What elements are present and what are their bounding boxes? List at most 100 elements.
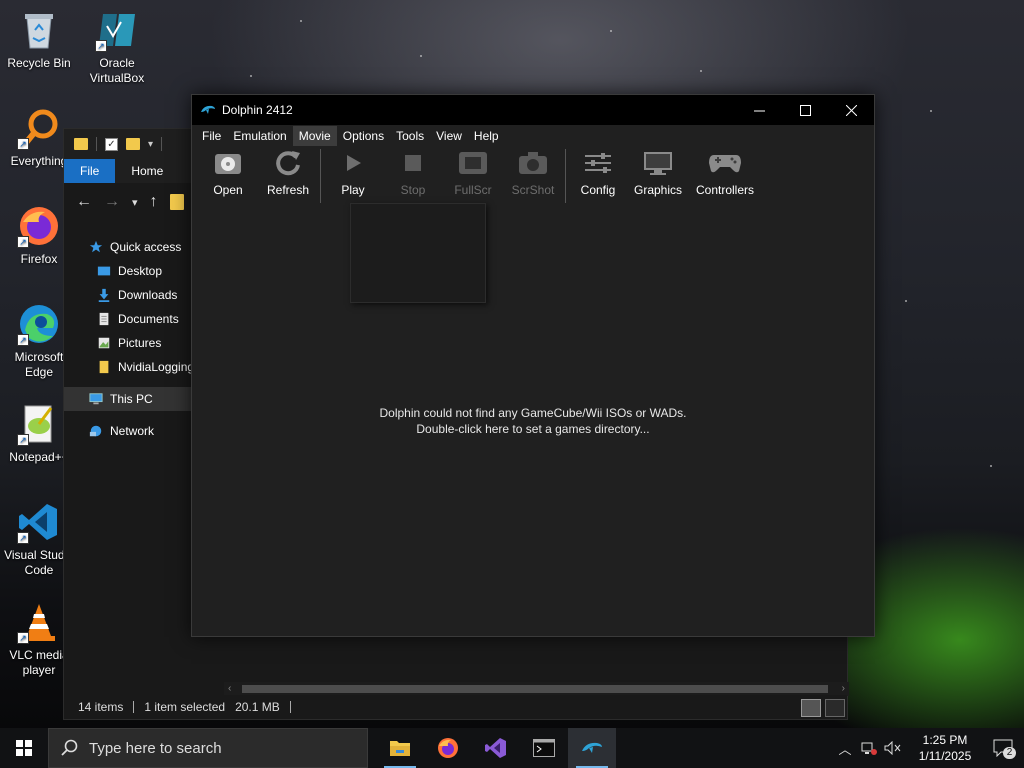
scrollbar-thumb[interactable] (242, 685, 828, 693)
shortcut-arrow-icon: ↗ (17, 334, 29, 346)
horizontal-scrollbar[interactable]: ‹ › (224, 682, 849, 696)
screenshot-button[interactable]: ScrShot (503, 149, 563, 197)
star-icon (89, 240, 103, 253)
recent-locations-chevron-icon[interactable]: ▾ (132, 196, 138, 209)
menu-bar: File Emulation Movie Options Tools View … (192, 125, 874, 147)
desktop-icon-virtualbox[interactable]: ↗ Oracle VirtualBox (79, 8, 155, 86)
desktop-icon-label: Notepad++ (9, 450, 69, 464)
desktop-icon-label: Firefox (20, 252, 58, 266)
nav-quick-access[interactable]: Quick access (64, 235, 192, 259)
network-icon (89, 425, 102, 437)
edge-icon: ↗ (17, 302, 61, 346)
network-status-icon[interactable] (860, 739, 878, 757)
quick-access-dropdown-icon[interactable]: ▾ (148, 139, 153, 150)
folder-icon (99, 360, 109, 374)
maximize-button[interactable] (782, 95, 828, 125)
notification-center-icon[interactable]: 2 (988, 739, 1018, 759)
taskbar-file-explorer[interactable] (376, 728, 424, 768)
start-button[interactable] (0, 728, 48, 768)
menu-file[interactable]: File (196, 126, 227, 146)
play-button[interactable]: Play (323, 149, 383, 197)
forward-arrow-icon[interactable]: → (104, 193, 120, 211)
nav-item-label: Desktop (118, 264, 163, 278)
firefox-icon (438, 738, 458, 758)
config-button[interactable]: Config (568, 149, 628, 197)
scroll-right-arrow-icon[interactable]: › (842, 682, 845, 696)
up-arrow-icon[interactable]: ↑ (150, 193, 158, 211)
nav-this-pc[interactable]: This PC (64, 387, 192, 411)
shortcut-arrow-icon: ↗ (17, 138, 29, 150)
desktop-icon-label: Everything (10, 154, 68, 168)
close-icon (845, 104, 857, 116)
taskbar-search-box[interactable]: Type here to search (48, 728, 368, 768)
controllers-button[interactable]: Controllers (688, 149, 762, 197)
desktop-icon-label: Microsoft Edge (14, 350, 64, 379)
show-hidden-icons-chevron-icon[interactable]: ︿ (836, 739, 854, 757)
shortcut-arrow-icon: ↗ (95, 40, 107, 52)
document-icon (99, 312, 109, 326)
large-icons-view-button[interactable] (825, 699, 845, 717)
taskbar-dolphin[interactable] (568, 728, 616, 768)
fullscreen-button[interactable]: FullScr (443, 149, 503, 197)
movie-menu-dropdown[interactable] (350, 203, 486, 303)
desktop-icon-recycle-bin[interactable]: Recycle Bin (1, 8, 77, 71)
menu-help[interactable]: Help (468, 126, 505, 146)
nav-item-pictures[interactable]: Pictures (64, 331, 192, 355)
menu-emulation[interactable]: Emulation (227, 126, 292, 146)
close-button[interactable] (828, 95, 874, 125)
new-folder-icon[interactable] (126, 138, 140, 150)
details-view-button[interactable] (801, 699, 821, 717)
stop-button[interactable]: Stop (383, 149, 443, 197)
shortcut-arrow-icon: ↗ (17, 532, 29, 544)
taskbar: Type here to search ︿ 1:25 PM 1/11/2025 … (0, 728, 1024, 768)
system-tray: ︿ 1:25 PM 1/11/2025 2 (836, 728, 1024, 768)
tool-label: ScrShot (511, 183, 555, 197)
shortcut-arrow-icon: ↗ (17, 632, 29, 644)
terminal-icon (533, 739, 555, 757)
sliders-icon (585, 153, 611, 173)
refresh-button[interactable]: Refresh (258, 149, 318, 197)
taskbar-visual-studio[interactable] (472, 728, 520, 768)
nav-item-desktop[interactable]: Desktop (64, 259, 192, 283)
nav-item-downloads[interactable]: Downloads (64, 283, 192, 307)
pictures-icon (98, 337, 110, 349)
ribbon-tab-file[interactable]: File (64, 159, 116, 183)
minimize-icon (753, 110, 765, 111)
address-folder-icon[interactable] (169, 194, 184, 210)
nav-item-nvidialogging[interactable]: NvidiaLogging (64, 355, 192, 379)
download-arrow-icon (98, 288, 110, 302)
dolphin-window[interactable]: Dolphin 2412 File Emulation Movie Option… (191, 94, 875, 637)
firefox-icon: ↗ (17, 204, 61, 248)
vlc-cone-icon: ↗ (17, 600, 61, 644)
nav-network[interactable]: Network (64, 419, 192, 443)
properties-check-icon[interactable]: ✓ (105, 137, 118, 151)
menu-movie[interactable]: Movie (292, 126, 337, 146)
back-arrow-icon[interactable]: ← (76, 193, 92, 211)
taskbar-firefox[interactable] (424, 728, 472, 768)
taskbar-terminal[interactable] (520, 728, 568, 768)
folder-icon (74, 138, 88, 150)
tool-label: Play (341, 183, 365, 197)
volume-muted-icon[interactable] (884, 739, 902, 757)
ribbon-tab-home[interactable]: Home (115, 159, 179, 183)
everything-search-icon: ↗ (17, 106, 61, 150)
camera-icon (519, 152, 547, 174)
menu-options[interactable]: Options (337, 126, 390, 146)
nav-item-documents[interactable]: Documents (64, 307, 192, 331)
dolphin-title-bar[interactable]: Dolphin 2412 (192, 95, 874, 125)
selection-status: 1 item selected (144, 700, 226, 714)
open-button[interactable]: Open (198, 149, 258, 197)
clock-time: 1:25 PM (922, 733, 968, 747)
menu-tools[interactable]: Tools (390, 126, 430, 146)
taskbar-clock[interactable]: 1:25 PM 1/11/2025 (908, 732, 982, 764)
graphics-button[interactable]: Graphics (628, 149, 688, 197)
minimize-button[interactable] (736, 95, 782, 125)
tool-label: Stop (400, 183, 426, 197)
dolphin-logo-icon (201, 105, 215, 114)
monitor-icon (644, 152, 672, 175)
search-placeholder: Type here to search (89, 739, 222, 757)
scroll-left-arrow-icon[interactable]: ‹ (228, 682, 231, 696)
empty-game-list-message[interactable]: Dolphin could not find any GameCube/Wii … (192, 405, 874, 437)
explorer-status-bar: 14 items 1 item selected 20.1 MB (64, 695, 847, 719)
menu-view[interactable]: View (430, 126, 468, 146)
